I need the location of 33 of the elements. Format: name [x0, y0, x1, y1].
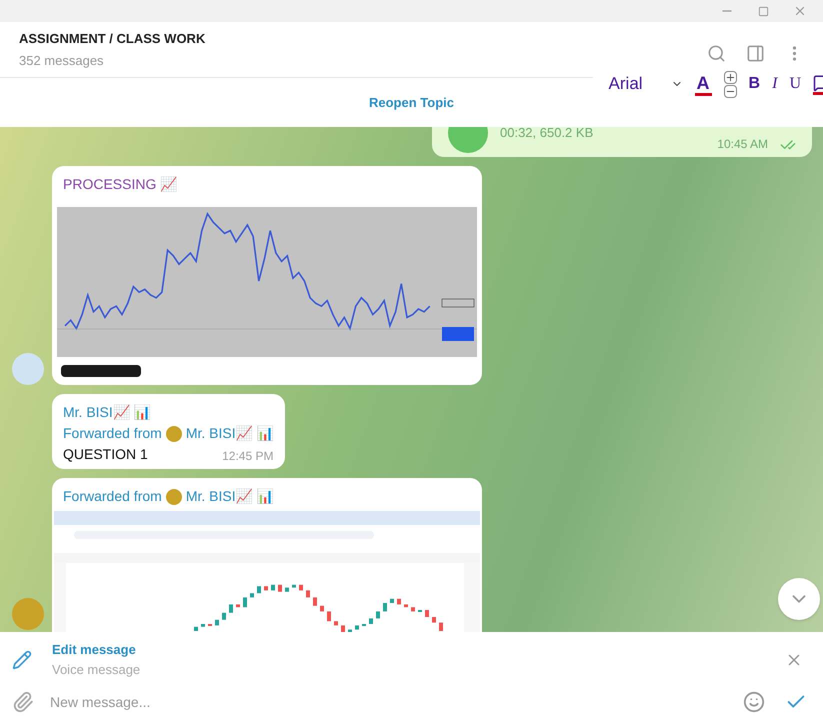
- message-title: PROCESSING 📈: [62, 175, 178, 194]
- edit-subtitle: Voice message: [52, 660, 140, 679]
- bold-button[interactable]: B: [748, 72, 760, 96]
- chat-subtitle: 352 messages: [19, 52, 105, 70]
- scroll-down-button[interactable]: [778, 578, 820, 620]
- forwarded-name[interactable]: Mr. BISI📈 📊: [186, 486, 274, 507]
- italic-button[interactable]: I: [772, 72, 778, 96]
- side-panel-icon[interactable]: [746, 44, 765, 63]
- font-name[interactable]: Arial: [608, 71, 659, 97]
- underline-button[interactable]: U: [789, 72, 801, 96]
- chat-title: ASSIGNMENT / CLASS WORK: [19, 30, 206, 48]
- message-time: 10:45 AM: [717, 136, 768, 153]
- close-icon[interactable]: [793, 4, 807, 18]
- forwarded-avatar-icon: [166, 426, 182, 442]
- search-icon[interactable]: [707, 44, 726, 63]
- attach-icon[interactable]: [12, 691, 34, 713]
- message-input-field[interactable]: New message...: [50, 692, 743, 712]
- reopen-topic-button[interactable]: Reopen Topic: [369, 92, 454, 112]
- message-time: 12:45 PM: [222, 448, 274, 465]
- sender-name[interactable]: Mr. BISI📈 📊: [63, 402, 274, 423]
- edit-title: Edit message: [52, 641, 137, 659]
- restore-icon[interactable]: [758, 6, 769, 16]
- comment-icon[interactable]: [813, 74, 823, 94]
- forwarded-label: Forwarded from: [63, 424, 162, 443]
- message-text: QUESTION 1: [63, 445, 148, 464]
- emoji-icon[interactable]: [743, 691, 765, 713]
- forwarded-label: Forwarded from: [63, 487, 162, 506]
- edit-pencil-icon: [12, 650, 32, 670]
- font-color-button[interactable]: A: [694, 72, 712, 96]
- voice-info: 00:32, 650.2 KB: [500, 127, 594, 142]
- font-size-stepper-icon[interactable]: [724, 70, 737, 98]
- forwarded-avatar-icon: [166, 488, 182, 504]
- forwarded-name[interactable]: Mr. BISI📈 📊: [186, 423, 274, 444]
